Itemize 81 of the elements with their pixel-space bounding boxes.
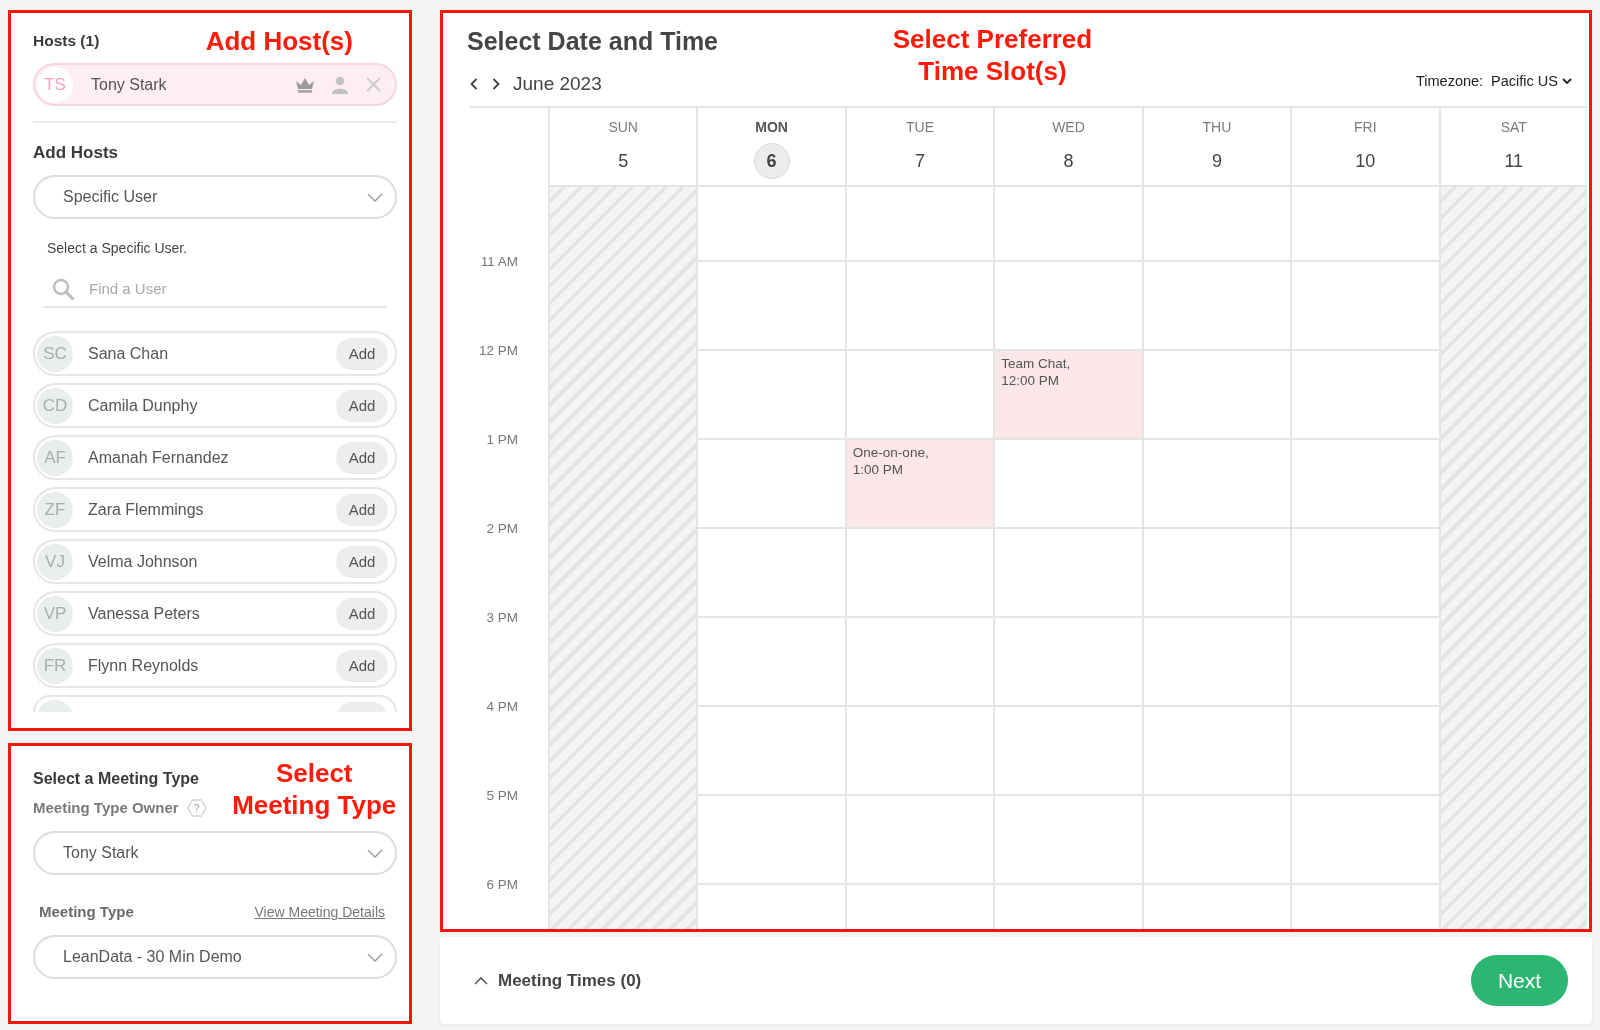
chevron-down-icon [367,848,383,858]
day-date[interactable]: 10 [1347,143,1384,179]
user-name: Camila Dunphy [88,396,198,415]
user-avatar: VP [37,595,73,632]
meeting-type-dropdown[interactable]: LeanData - 30 Min Demo [33,935,397,979]
day-date[interactable]: 5 [605,143,642,179]
user-avatar: SC [37,335,73,372]
owner-dropdown[interactable]: Tony Stark [33,831,397,875]
hint-text: Select a Specific User. [46,239,189,257]
add-button[interactable]: Add [336,649,388,682]
day-label: MON [755,118,788,136]
timezone-select[interactable]: Pacific US [1491,73,1572,89]
user-name: Zara Flemmings [88,500,204,519]
time-label: 2 PM [486,521,518,537]
calendar-event[interactable]: One-on-one, 1:00 PM [846,440,994,527]
user-avatar: VJ [37,543,73,580]
user-name: Sana Chan [88,344,169,363]
day-label: TUE [906,118,935,136]
annotation-label: Select Meeting Type [231,757,397,821]
meeting-times-label[interactable]: Meeting Times (0) [498,970,642,991]
add-button[interactable]: Add [336,389,388,422]
hosts-title: Hosts (1) [33,32,100,50]
annotation-label: Select Preferred Time Slot(s) [891,23,1094,88]
chevron-left-icon [470,78,478,90]
day-label: WED [1052,118,1085,136]
add-button[interactable]: Add [336,441,388,474]
user-avatar: CD [37,387,73,424]
day-date[interactable]: 9 [1198,143,1235,179]
add-button[interactable]: Add [336,337,388,370]
annotation-label: Add Host(s) [205,25,353,57]
event-title: One-on-one, [852,444,929,461]
add-button[interactable]: Add [336,545,388,578]
host-name: Tony Stark [91,75,167,94]
search-field[interactable]: Find a User [43,271,387,308]
time-label: 12 PM [478,343,518,359]
day-label: FRI [1354,118,1377,136]
day-date[interactable]: 11 [1495,143,1532,179]
event-title: Team Chat, [1001,355,1071,372]
time-label: 5 PM [486,788,518,804]
chevron-down-icon [367,952,383,962]
time-label: 4 PM [486,699,518,715]
user-avatar: FR [37,647,73,684]
host-avatar: TS [37,66,73,103]
user-name: Flynn Reynolds [88,656,199,675]
month-label: June 2023 [513,73,602,95]
event-time: 1:00 PM [852,461,904,478]
add-hosts-title: Add Hosts [33,142,119,164]
time-label: 3 PM [486,610,518,626]
time-label: 1 PM [486,432,518,448]
day-label: SUN [608,118,638,136]
meeting-type-label: Meeting Type [39,902,134,922]
day-date[interactable]: 7 [902,143,939,179]
person-icon[interactable] [332,75,348,94]
day-date[interactable]: 8 [1050,143,1087,179]
user-avatar: ZF [37,491,73,528]
day-label: THU [1202,118,1232,136]
user-name: Vanessa Peters [88,604,200,623]
time-label: 6 PM [486,877,518,893]
user-name: Amanah Fernandez [88,448,229,467]
add-button[interactable]: Add [336,597,388,630]
add-button[interactable]: Add [336,493,388,526]
calendar-title: Select Date and Time [467,26,719,56]
owner-label: Meeting Type Owner [33,798,179,818]
crown-icon[interactable] [295,76,315,93]
meeting-type-title: Select a Meeting Type [33,769,199,789]
event-time: 12:00 PM [1001,372,1060,389]
view-details-link[interactable]: View Meeting Details [254,902,385,922]
time-label: 11 AM [480,254,518,270]
search-icon [52,278,74,300]
user-avatar: AF [37,439,73,476]
chevron-down-icon [1562,78,1572,84]
host-source-dropdown[interactable]: Specific User [33,175,397,219]
timezone-label: Timezone: [1415,73,1484,89]
user-name: Velma Johnson [88,552,198,571]
calendar-event[interactable]: Team Chat, 12:00 PM [995,351,1142,438]
chevron-down-icon [367,192,383,202]
close-icon[interactable] [366,77,381,92]
day-label: SAT [1500,118,1527,136]
chevron-right-icon [492,78,500,90]
day-date[interactable]: 6 [753,143,790,179]
chevron-up-icon[interactable] [474,976,488,985]
